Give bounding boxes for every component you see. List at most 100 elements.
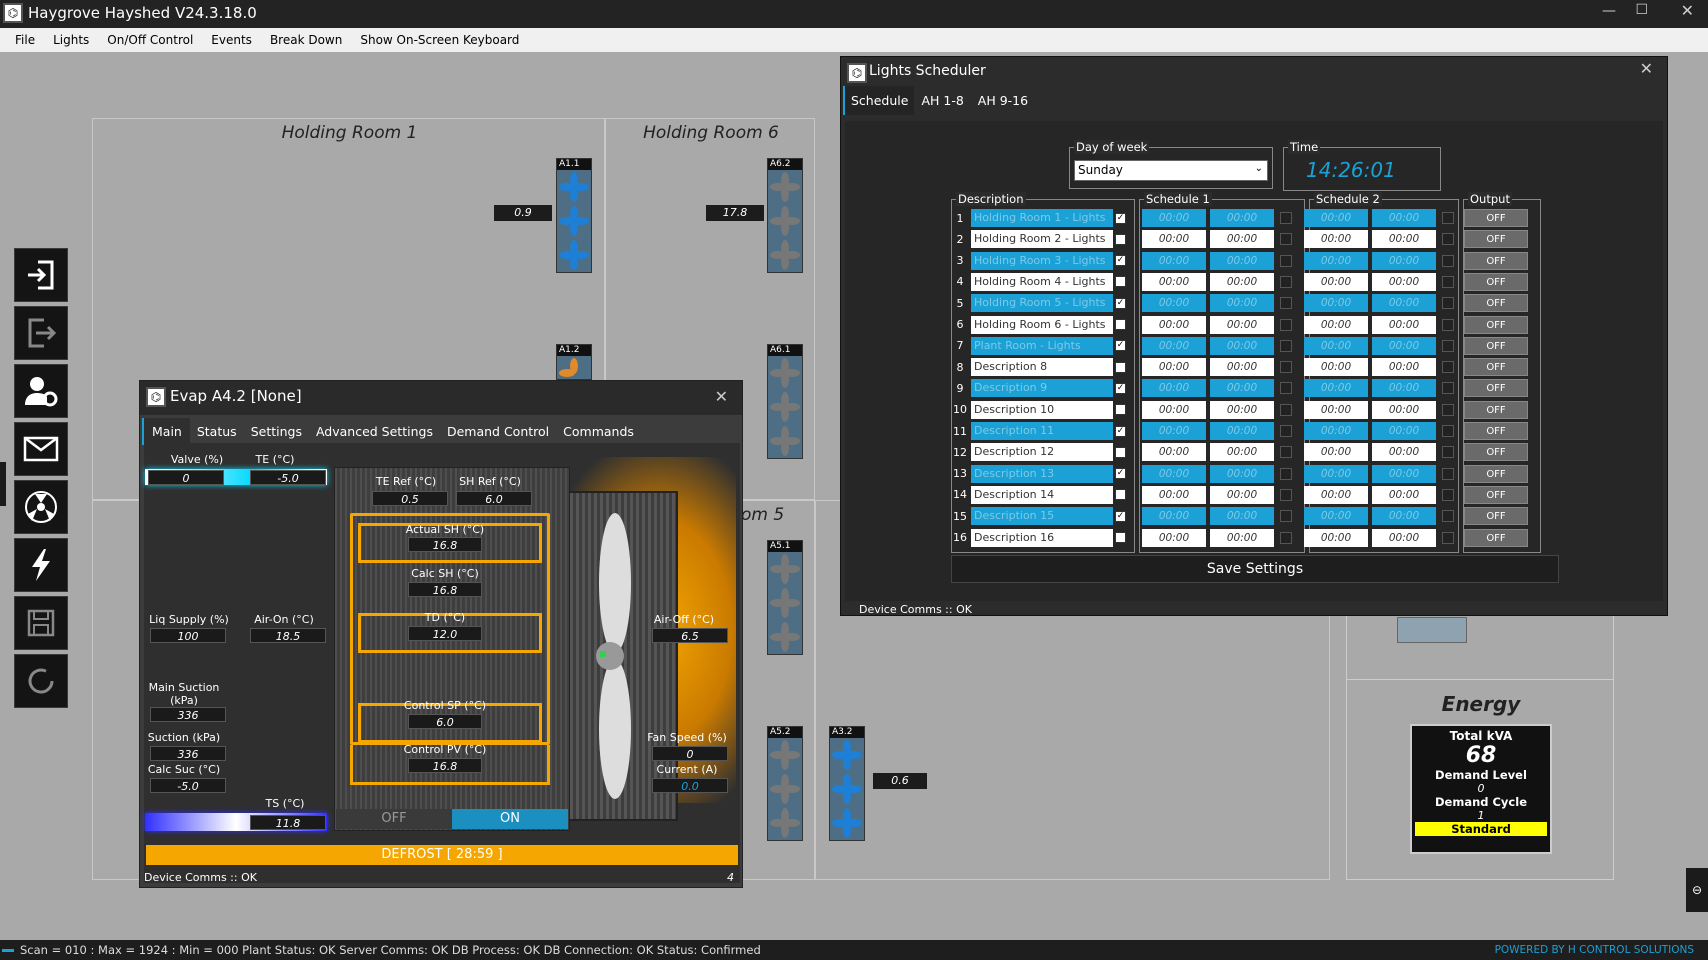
menu-events[interactable]: Events <box>202 33 261 47</box>
schedule2-enable[interactable] <box>1442 212 1454 224</box>
save-button[interactable] <box>14 596 68 650</box>
description-field[interactable]: Description 15 <box>971 507 1113 526</box>
schedule2-enable[interactable] <box>1442 488 1454 501</box>
menu-file[interactable]: File <box>6 33 44 47</box>
tab-ah-1-8[interactable]: AH 1-8 <box>914 93 970 108</box>
schedule1-start[interactable]: 00:00 <box>1142 485 1206 504</box>
fan-stack[interactable]: A6.2 <box>767 158 803 273</box>
schedule2-enable[interactable] <box>1442 361 1454 374</box>
menu-break-down[interactable]: Break Down <box>261 33 351 47</box>
schedule1-enable[interactable] <box>1280 233 1292 246</box>
schedule2-start[interactable]: 00:00 <box>1304 422 1368 440</box>
schedule1-end[interactable]: 00:00 <box>1210 507 1274 526</box>
schedule2-end[interactable]: 00:00 <box>1372 400 1436 419</box>
schedule1-enable[interactable] <box>1280 488 1292 501</box>
enable-checkbox[interactable]: ✓ <box>1115 468 1126 480</box>
schedule1-start[interactable]: 00:00 <box>1142 379 1206 398</box>
description-field[interactable]: Description 9 <box>971 379 1113 398</box>
fan-stack[interactable]: A1.1 <box>556 158 592 273</box>
schedule2-end[interactable]: 00:00 <box>1372 209 1436 227</box>
description-field[interactable]: Description 14 <box>971 485 1113 504</box>
schedule1-start[interactable]: 00:00 <box>1142 443 1206 462</box>
schedule2-start[interactable]: 00:00 <box>1304 528 1368 547</box>
schedule2-enable[interactable] <box>1442 233 1454 246</box>
maximize-icon[interactable]: ☐ <box>1635 2 1648 18</box>
schedule1-start[interactable]: 00:00 <box>1142 400 1206 419</box>
enable-checkbox[interactable]: ✓ <box>1115 297 1126 309</box>
schedule2-end[interactable]: 00:00 <box>1372 507 1436 526</box>
schedule1-start[interactable]: 00:00 <box>1142 528 1206 547</box>
menu-lights[interactable]: Lights <box>44 33 98 47</box>
enable-checkbox[interactable]: ✓ <box>1115 255 1126 267</box>
schedule2-start[interactable]: 00:00 <box>1304 400 1368 419</box>
schedule1-enable[interactable] <box>1280 425 1292 437</box>
schedule2-end[interactable]: 00:00 <box>1372 422 1436 440</box>
enable-checkbox[interactable] <box>1115 532 1126 543</box>
output-button[interactable]: OFF <box>1464 379 1528 398</box>
schedule2-end[interactable]: 00:00 <box>1372 251 1436 270</box>
lights-close-icon[interactable]: ✕ <box>1640 59 1653 78</box>
output-button[interactable]: OFF <box>1464 251 1528 270</box>
schedule1-enable[interactable] <box>1280 254 1292 267</box>
schedule2-start[interactable]: 00:00 <box>1304 294 1368 313</box>
enable-checkbox[interactable]: ✓ <box>1115 340 1126 352</box>
output-button[interactable]: OFF <box>1464 485 1528 504</box>
enable-checkbox[interactable] <box>1115 489 1126 501</box>
description-field[interactable]: Description 10 <box>971 400 1113 419</box>
fan-stack[interactable]: A1.2 <box>556 344 592 380</box>
output-button[interactable]: OFF <box>1464 209 1528 227</box>
schedule2-enable[interactable] <box>1442 467 1454 480</box>
schedule1-start[interactable]: 00:00 <box>1142 464 1206 483</box>
schedule1-start[interactable]: 00:00 <box>1142 358 1206 377</box>
tab-commands[interactable]: Commands <box>556 424 641 439</box>
output-button[interactable]: OFF <box>1464 464 1528 483</box>
output-button[interactable]: OFF <box>1464 230 1528 249</box>
fan-stack[interactable]: A3.2 <box>829 726 865 841</box>
schedule1-start[interactable]: 00:00 <box>1142 230 1206 249</box>
login-button[interactable] <box>14 248 68 302</box>
schedule1-start[interactable]: 00:00 <box>1142 315 1206 334</box>
enable-checkbox[interactable] <box>1115 361 1126 373</box>
schedule1-end[interactable]: 00:00 <box>1210 294 1274 313</box>
schedule2-start[interactable]: 00:00 <box>1304 358 1368 377</box>
description-field[interactable]: Holding Room 4 - Lights <box>971 272 1113 291</box>
schedule2-end[interactable]: 00:00 <box>1372 315 1436 334</box>
schedule1-enable[interactable] <box>1280 212 1292 224</box>
schedule2-start[interactable]: 00:00 <box>1304 464 1368 483</box>
schedule2-start[interactable]: 00:00 <box>1304 209 1368 227</box>
schedule2-enable[interactable] <box>1442 382 1454 395</box>
schedule2-enable[interactable] <box>1442 531 1454 544</box>
schedule1-end[interactable]: 00:00 <box>1210 336 1274 355</box>
description-field[interactable]: Description 16 <box>971 528 1113 547</box>
schedule2-end[interactable]: 00:00 <box>1372 443 1436 462</box>
description-field[interactable]: Holding Room 5 - Lights <box>971 294 1113 313</box>
tab-ah-9-16[interactable]: AH 9-16 <box>971 93 1035 108</box>
description-field[interactable]: Description 13 <box>971 464 1113 483</box>
schedule1-enable[interactable] <box>1280 297 1292 310</box>
close-icon[interactable]: ✕ <box>1681 1 1694 20</box>
fan-stack[interactable]: A5.2 <box>767 726 803 841</box>
schedule1-enable[interactable] <box>1280 446 1292 459</box>
enable-checkbox[interactable]: ✓ <box>1115 425 1126 437</box>
output-button[interactable]: OFF <box>1464 358 1528 377</box>
side-handle[interactable] <box>0 462 6 506</box>
schedule2-end[interactable]: 00:00 <box>1372 379 1436 398</box>
menu-show-keyboard[interactable]: Show On-Screen Keyboard <box>351 33 528 47</box>
schedule2-start[interactable]: 00:00 <box>1304 336 1368 355</box>
enable-checkbox[interactable]: ✓ <box>1115 510 1126 522</box>
enable-checkbox[interactable] <box>1115 233 1126 245</box>
enable-checkbox[interactable] <box>1115 404 1126 416</box>
evap-close-icon[interactable]: ✕ <box>715 387 728 406</box>
power-button[interactable] <box>14 538 68 592</box>
schedule2-start[interactable]: 00:00 <box>1304 507 1368 526</box>
output-button[interactable]: OFF <box>1464 315 1528 334</box>
schedule2-end[interactable]: 00:00 <box>1372 336 1436 355</box>
description-field[interactable]: Description 8 <box>971 358 1113 377</box>
schedule1-start[interactable]: 00:00 <box>1142 294 1206 313</box>
description-field[interactable]: Holding Room 2 - Lights <box>971 230 1113 249</box>
schedule2-start[interactable]: 00:00 <box>1304 485 1368 504</box>
description-field[interactable]: Holding Room 1 - Lights <box>971 209 1113 227</box>
enable-checkbox[interactable] <box>1115 276 1126 288</box>
schedule1-start[interactable]: 00:00 <box>1142 251 1206 270</box>
schedule2-enable[interactable] <box>1442 275 1454 288</box>
